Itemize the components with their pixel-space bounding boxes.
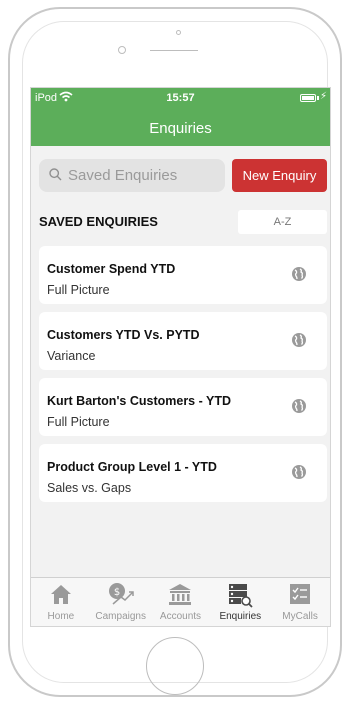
bank-icon [169, 584, 192, 605]
tab-label: Campaigns [95, 611, 146, 622]
search-field[interactable] [39, 159, 225, 192]
section-header: SAVED ENQUIRIES A-Z [31, 208, 330, 236]
status-bar: iPod 15:57 ⚡ [31, 91, 330, 106]
enquiry-name: Product Group Level 1 - YTD [47, 460, 217, 474]
charging-icon: ⚡ [319, 91, 327, 102]
front-camera [118, 46, 126, 54]
enquiry-card[interactable]: Customer Spend YTD Full Picture [39, 246, 327, 304]
enquiry-subtitle: Sales vs. Gaps [47, 481, 132, 495]
tab-label: Home [47, 611, 75, 622]
tab-label: MyCalls [282, 611, 318, 622]
sensor-dot [176, 30, 181, 35]
tab-mycalls[interactable]: MyCalls [270, 578, 330, 626]
tab-accounts[interactable]: Accounts [151, 578, 211, 626]
search-input[interactable] [68, 167, 208, 184]
earpiece-speaker [150, 50, 198, 51]
home-icon [50, 585, 71, 604]
svg-text:$: $ [114, 587, 120, 598]
status-time: 15:57 [166, 92, 195, 104]
enquiry-name: Customer Spend YTD [47, 262, 176, 276]
enquiry-card[interactable]: Customers YTD Vs. PYTD Variance [39, 312, 327, 370]
home-button[interactable] [146, 637, 204, 695]
enquiries-icon [229, 584, 253, 608]
sort-button[interactable]: A-Z [238, 210, 327, 234]
tab-bar: Home $ Campaigns Accounts Enquiries MyCa… [31, 577, 330, 626]
enquiry-card[interactable]: Product Group Level 1 - YTD Sales vs. Ga… [39, 444, 327, 502]
battery-tip [317, 96, 319, 100]
enquiry-name: Customers YTD Vs. PYTD [47, 328, 200, 342]
tab-label: Accounts [159, 611, 202, 622]
tab-enquiries[interactable]: Enquiries [210, 578, 270, 626]
enquiry-subtitle: Full Picture [47, 283, 110, 297]
globe-icon[interactable] [291, 332, 307, 348]
new-enquiry-button[interactable]: New Enquiry [232, 159, 327, 192]
app-header: iPod 15:57 ⚡ Enquiries [31, 88, 330, 146]
page-title: Enquiries [149, 120, 212, 137]
enquiry-subtitle: Variance [47, 349, 96, 363]
section-title: SAVED ENQUIRIES [39, 214, 158, 229]
tab-campaigns[interactable]: $ Campaigns [91, 578, 151, 626]
tab-label: Enquiries [219, 611, 262, 622]
app-screen: iPod 15:57 ⚡ Enquiries Saved Enquiries N… [30, 87, 331, 627]
campaigns-icon: $ [108, 583, 134, 605]
checklist-icon [290, 584, 311, 604]
globe-icon[interactable] [291, 398, 307, 414]
search-row: New Enquiry [31, 158, 330, 194]
enquiry-card[interactable]: Kurt Barton's Customers - YTD Full Pictu… [39, 378, 327, 436]
search-icon [49, 167, 62, 184]
enquiry-name: Kurt Barton's Customers - YTD [47, 394, 232, 408]
enquiry-subtitle: Full Picture [47, 415, 110, 429]
globe-icon[interactable] [291, 266, 307, 282]
battery-icon [300, 94, 316, 102]
tab-home[interactable]: Home [31, 578, 91, 626]
globe-icon[interactable] [291, 464, 307, 480]
